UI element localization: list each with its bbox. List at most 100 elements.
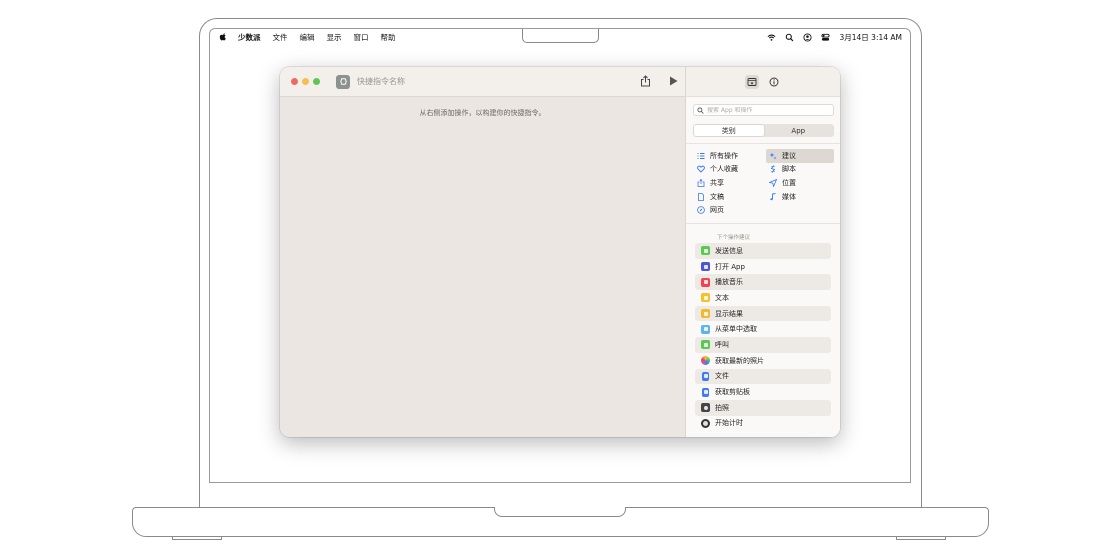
action-choose-from-menu[interactable]: 从菜单中选取 [695,321,831,337]
list-icon [697,152,705,159]
heart-icon [697,166,705,174]
segment-categories[interactable]: 类别 [694,125,764,136]
action-label: 呼叫 [715,340,729,349]
action-start-timer[interactable]: 开始计时 [695,416,831,432]
run-play-icon[interactable] [669,76,678,86]
clipboard-icon [702,387,709,397]
music-icon [701,277,710,287]
action-search-field[interactable] [693,104,834,116]
script-icon [770,165,776,174]
action-call[interactable]: 呼叫 [695,337,831,353]
spotlight-search-icon[interactable] [785,33,794,42]
action-library-icon [747,77,757,86]
location-icon [769,178,777,187]
action-get-clipboard[interactable]: 获取剪贴板 [695,384,831,400]
photos-icon [701,356,710,366]
menu-window[interactable]: 窗口 [354,32,369,43]
category-documents[interactable]: 文稿 [694,190,766,204]
action-label: 从菜单中选取 [715,325,757,334]
menu-file[interactable]: 文件 [273,32,288,43]
shortcut-details-button[interactable] [767,75,781,89]
editor-empty-hint: 从右侧添加操作，以构建你的快捷指令。 [419,109,546,117]
menu-view[interactable]: 显示 [327,32,342,43]
category-scripting[interactable]: 脚本 [766,163,834,177]
zoom-window-button[interactable] [313,78,320,85]
category-app-segmented-control: 类别 App [693,124,834,137]
compass-icon [697,206,705,214]
action-show-result[interactable]: 显示结果 [695,305,831,322]
menu-app-name[interactable]: 少数派 [238,32,261,43]
category-location[interactable]: 位置 [766,176,834,190]
category-label: 共享 [710,178,724,187]
sidebar-toolbar [686,67,840,97]
window-titlebar: 快捷指令名称 [280,67,685,97]
category-all-actions[interactable]: 所有操作 [694,149,766,163]
divider [686,223,840,224]
category-favorites[interactable]: 个人收藏 [694,163,766,177]
music-note-icon [770,192,776,200]
facetime-icon [701,340,710,350]
document-icon [698,192,704,201]
control-center-icon[interactable] [821,33,831,42]
action-send-message[interactable]: 发送信息 [695,243,831,259]
category-grid: 所有操作 建议 个人收藏 脚本 共享 位置 文稿 媒体 网页 [694,149,836,217]
action-library-sidebar: 类别 App 所有操作 建议 个人收藏 脚本 共享 [685,67,840,437]
laptop-opening-notch [494,507,626,517]
search-input[interactable] [707,106,827,114]
share-icon[interactable] [640,75,651,87]
action-play-music[interactable]: 播放音乐 [695,274,831,291]
camera-icon [701,403,710,413]
category-label: 媒体 [782,192,796,201]
messages-icon [701,246,710,256]
file-icon [702,371,709,381]
show-result-icon [701,309,710,319]
camera-notch [522,29,599,43]
share-icon [697,178,705,187]
action-library-button[interactable] [745,74,759,89]
category-label: 网页 [710,206,724,215]
shortcut-name-field[interactable]: 快捷指令名称 [357,76,405,87]
divider [686,143,840,144]
laptop-foot-left [172,536,222,540]
action-label: 开始计时 [715,419,743,428]
shortcut-glyph-icon[interactable] [336,74,350,89]
action-open-app[interactable]: 打开 App [695,259,831,275]
wifi-icon[interactable] [767,33,776,42]
category-sharing[interactable]: 共享 [694,176,766,190]
action-label: 文本 [715,293,729,302]
segment-apps[interactable]: App [764,125,834,136]
shortcuts-editor-window: 快捷指令名称 从右侧添加操作，以构建你的快捷指令。 搜索 App 和操作 类别 … [280,67,840,437]
action-text[interactable]: 文本 [695,290,831,306]
search-icon [697,106,704,114]
text-icon [701,293,710,303]
menu-edit[interactable]: 编辑 [300,32,315,43]
category-web[interactable]: 网页 [694,203,766,217]
user-account-icon[interactable] [803,32,813,42]
action-label: 发送信息 [715,246,743,255]
category-label: 脚本 [782,165,796,174]
category-suggestions[interactable]: 建议 [766,149,834,163]
action-file[interactable]: 文件 [695,368,831,385]
category-media[interactable]: 媒体 [766,190,834,204]
laptop-hinge [199,489,922,509]
menu-icon [701,324,710,334]
action-label: 播放音乐 [715,278,743,287]
close-window-button[interactable] [291,78,298,85]
category-label: 文稿 [710,192,724,201]
minimize-window-button[interactable] [302,78,309,85]
next-action-suggestions-list: 发送信息 打开 App 播放音乐 文本 显示结果 从菜单中选取 呼叫 获取最新的… [695,243,831,431]
apple-icon[interactable] [218,32,228,42]
laptop-foot-right [896,536,946,540]
category-label: 建议 [782,151,796,160]
action-take-photo[interactable]: 拍照 [695,399,831,416]
action-label: 文件 [715,372,729,381]
action-get-latest-photos[interactable]: 获取最新的照片 [695,353,831,369]
action-label: 拍照 [715,403,729,412]
category-label: 位置 [782,178,796,187]
menu-help[interactable]: 帮助 [381,32,396,43]
open-app-icon [701,262,710,272]
action-label: 获取剪贴板 [715,388,750,397]
clock-icon [701,418,710,428]
action-label: 获取最新的照片 [715,356,764,365]
menu-bar-clock[interactable]: 3月14日 3:14 AM [839,32,902,43]
